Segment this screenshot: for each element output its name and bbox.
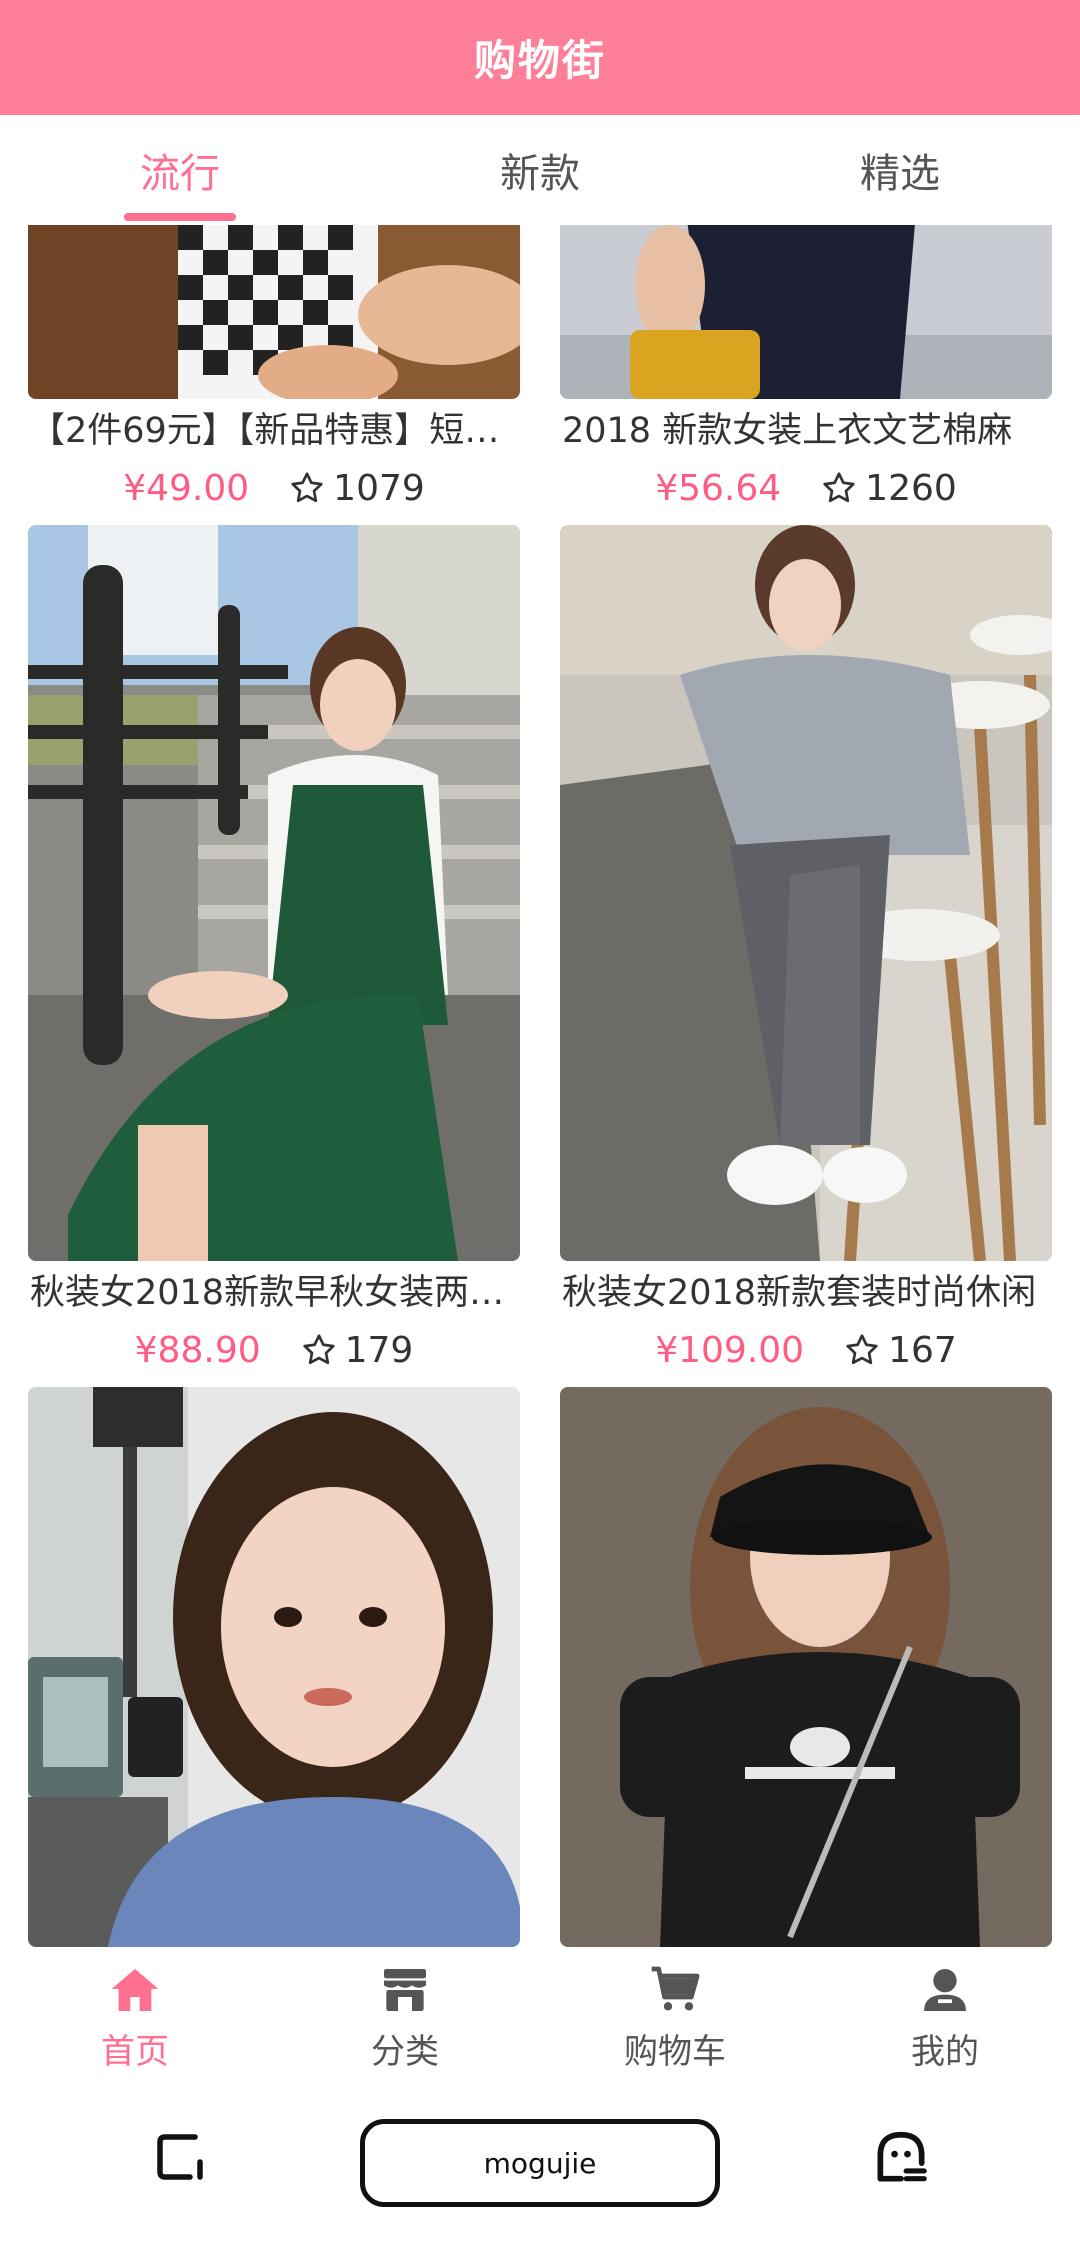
product-title: 秋装女2018新款套装时尚休闲 bbox=[562, 1273, 1037, 1313]
product-meta: ¥88.90 179 bbox=[28, 1325, 520, 1375]
product-title: 【2件69元】【新品特惠】短袖连衣裙 bbox=[30, 411, 520, 451]
home-pill-label: mogujie bbox=[483, 2146, 597, 2180]
product-price: ¥109.00 bbox=[655, 1329, 805, 1371]
star-icon bbox=[823, 472, 855, 503]
product-card[interactable]: 秋装女2018新款套装时尚休闲 ¥109.00 167 bbox=[560, 525, 1052, 1375]
tabbar-item-profile[interactable]: 我的 bbox=[810, 1947, 1080, 2087]
product-image[interactable] bbox=[28, 1387, 520, 1947]
product-card[interactable]: 秋装女2018新款早秋女装两件套 ¥88.90 179 bbox=[28, 525, 520, 1375]
star-icon bbox=[303, 1334, 335, 1365]
tab-popular[interactable]: 流行 bbox=[0, 115, 360, 225]
favorite-count-value: 179 bbox=[344, 1329, 414, 1371]
product-image[interactable] bbox=[28, 525, 520, 1261]
product-price: ¥88.90 bbox=[134, 1329, 261, 1371]
product-image[interactable] bbox=[560, 225, 1052, 399]
tabbar-label: 购物车 bbox=[624, 2031, 726, 2072]
tabbar-label: 我的 bbox=[911, 2031, 979, 2072]
tabbar-label: 分类 bbox=[371, 2031, 439, 2072]
product-card[interactable]: 2018 新款女装上衣文艺棉麻 ¥56.64 1260 bbox=[560, 225, 1052, 513]
product-meta: ¥56.64 1260 bbox=[560, 463, 1052, 513]
product-meta: ¥49.00 1079 bbox=[28, 463, 520, 513]
cart-icon bbox=[651, 1966, 700, 2011]
product-card[interactable]: 【2件69元】【新品特惠】短袖连衣裙 ¥49.00 1079 bbox=[28, 225, 520, 513]
tabbar-label: 首页 bbox=[101, 2031, 169, 2072]
star-icon bbox=[291, 472, 323, 503]
product-image[interactable] bbox=[28, 225, 520, 399]
product-image[interactable] bbox=[560, 525, 1052, 1261]
tab-selected[interactable]: 精选 bbox=[720, 115, 1080, 225]
tabbar-item-home[interactable]: 首页 bbox=[0, 1947, 270, 2087]
favorite-count-value: 1260 bbox=[865, 467, 957, 509]
product-meta: ¥109.00 167 bbox=[560, 1325, 1052, 1375]
assistant-icon[interactable] bbox=[870, 2127, 932, 2189]
product-price: ¥56.64 bbox=[655, 467, 782, 509]
product-feed[interactable]: 【2件69元】【新品特惠】短袖连衣裙 ¥49.00 1079 2018 新款女装… bbox=[0, 225, 1080, 1947]
tab-control: 流行 新款 精选 bbox=[0, 115, 1080, 225]
tab-new[interactable]: 新款 bbox=[360, 115, 720, 225]
product-title: 2018 新款女装上衣文艺棉麻 bbox=[562, 411, 1013, 451]
favorite-count-value: 1079 bbox=[333, 467, 425, 509]
bottom-tab-bar: 首页 分类 购物车 我的 bbox=[0, 1947, 1080, 2087]
product-title: 秋装女2018新款早秋女装两件套 bbox=[30, 1273, 520, 1313]
store-icon bbox=[384, 1968, 426, 2011]
system-navigation-bar: mogujie bbox=[0, 2087, 1080, 2245]
product-card[interactable] bbox=[560, 1387, 1052, 1947]
favorite-count[interactable]: 167 bbox=[844, 1330, 957, 1371]
user-icon bbox=[924, 1968, 966, 2011]
recent-apps-icon[interactable] bbox=[150, 2127, 210, 2187]
tabbar-item-category[interactable]: 分类 bbox=[270, 1947, 540, 2087]
tab-active-indicator bbox=[124, 213, 236, 221]
tabbar-item-cart[interactable]: 购物车 bbox=[540, 1947, 810, 2087]
favorite-count[interactable]: 1079 bbox=[289, 468, 425, 509]
product-image[interactable] bbox=[560, 1387, 1052, 1947]
product-price: ¥49.00 bbox=[123, 467, 250, 509]
star-icon bbox=[846, 1334, 878, 1365]
page-title: 购物街 bbox=[473, 36, 606, 85]
home-icon bbox=[111, 1968, 159, 2011]
app-header: 购物街 bbox=[0, 0, 1080, 115]
product-card[interactable] bbox=[28, 1387, 520, 1947]
favorite-count[interactable]: 1260 bbox=[821, 468, 957, 509]
favorite-count[interactable]: 179 bbox=[301, 1329, 414, 1371]
tab-label: 精选 bbox=[860, 151, 940, 197]
favorite-count-value: 167 bbox=[888, 1329, 957, 1371]
tab-label: 流行 bbox=[140, 151, 220, 197]
home-pill-button[interactable]: mogujie bbox=[360, 2119, 720, 2207]
tab-label: 新款 bbox=[500, 151, 580, 197]
